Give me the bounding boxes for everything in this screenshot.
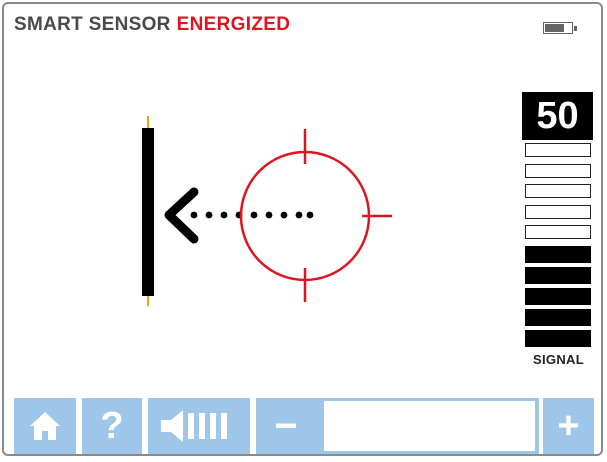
battery-level-fill [545,24,564,32]
battery-icon [543,22,577,34]
signal-strength-value: 50 [522,92,593,140]
signal-bar [525,163,591,178]
signal-bar [525,143,591,157]
increase-button[interactable]: + [543,398,594,454]
volume-button[interactable] [148,398,250,454]
signal-bar [525,287,591,305]
level-slider[interactable] [316,398,539,454]
bottom-toolbar: ? − + [14,398,594,454]
dotted-trail-icon [190,211,314,219]
signal-label: SIGNAL [533,352,584,367]
battery-terminal [574,26,577,31]
signal-bar [525,266,591,284]
home-icon [30,412,60,440]
signal-bar [525,225,591,239]
signal-bar [525,245,591,263]
speaker-volume-icon [161,410,227,442]
crosshair-target-icon [239,129,392,302]
signal-bar [525,184,591,198]
signal-strength-meter [525,143,591,351]
signal-bar [525,329,591,347]
home-button[interactable] [14,398,76,454]
sensor-graphic [142,116,392,306]
signal-bar [525,308,591,326]
left-arrow-chevron-icon [164,187,199,244]
help-button[interactable]: ? [82,398,142,454]
decrease-button[interactable]: − [256,398,316,454]
signal-bar [525,204,591,219]
sensor-screen: SMART SENSOR ENERGIZED 50 SIGNAL ? − + [2,2,603,456]
level-slider-field[interactable] [324,401,535,451]
